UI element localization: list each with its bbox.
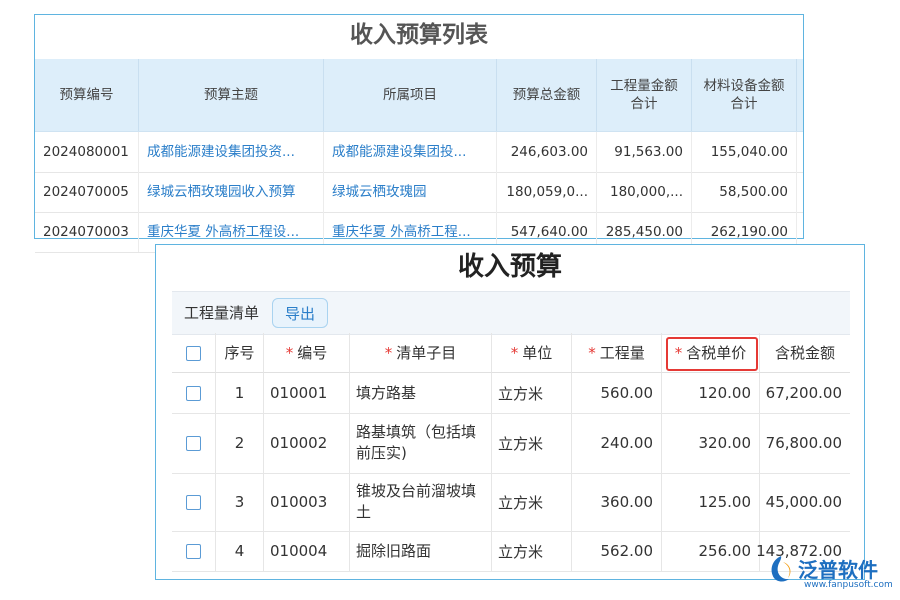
- row-checkbox[interactable]: [186, 386, 201, 401]
- budget-list-title: 收入预算列表: [35, 15, 803, 60]
- cell-index: 2: [216, 413, 264, 473]
- cell-budget-subject[interactable]: 成都能源建设集团投资...: [139, 132, 324, 172]
- cell-unit: 立方米: [492, 413, 572, 473]
- table-row[interactable]: 3010003锥坡及台前溜坡填土立方米360.00125.0045,000.00: [172, 473, 850, 532]
- brand-url: www.fanpusoft.com: [804, 580, 893, 590]
- cell-code: 010004: [264, 531, 350, 571]
- row-checkbox[interactable]: [186, 544, 201, 559]
- budget-detail-title: 收入预算: [156, 245, 864, 289]
- header-quantity-amount: 工程量金额 合计: [597, 59, 692, 131]
- cell-code: 010002: [264, 413, 350, 473]
- required-mark: *: [286, 344, 294, 362]
- cell-unit-price-tax: 125.00: [662, 473, 760, 531]
- brand-name: 泛普软件: [798, 554, 878, 583]
- row-select-cell: [172, 373, 216, 413]
- cell-index: 4: [216, 531, 264, 571]
- budget-list-header: 预算编号 预算主题 所属项目 预算总金额 工程量金额 合计 材料设备金额 合计: [35, 59, 803, 132]
- header-unit: *单位: [492, 333, 572, 373]
- cell-total-amount: 180,059,0...: [497, 172, 597, 212]
- cell-item: 锥坡及台前溜坡填土: [350, 473, 492, 531]
- header-project: 所属项目: [324, 59, 497, 131]
- cell-material-amount: 155,040.00: [692, 132, 797, 172]
- cell-unit: 立方米: [492, 473, 572, 531]
- table-row[interactable]: 2010002路基填筑（包括填前压实)立方米240.00320.0076,800…: [172, 413, 850, 474]
- budget-detail-panel: 收入预算 工程量清单 导出 序号 *编号 *清单子目 *单位 *工程量 *含税单…: [155, 244, 865, 580]
- cell-code: 010003: [264, 473, 350, 531]
- header-total-amount: 预算总金额: [497, 59, 597, 131]
- cell-unit: 立方米: [492, 373, 572, 413]
- cell-code: 010001: [264, 373, 350, 413]
- header-code: *编号: [264, 333, 350, 373]
- header-item: *清单子目: [350, 333, 492, 373]
- cell-unit: 立方米: [492, 531, 572, 571]
- header-select-all: [172, 333, 216, 373]
- row-checkbox[interactable]: [186, 495, 201, 510]
- cell-index: 1: [216, 373, 264, 413]
- cell-quantity-amount: 180,000,...: [597, 172, 692, 212]
- cell-budget-number: 2024070003: [35, 212, 139, 252]
- row-select-cell: [172, 531, 216, 571]
- cell-project[interactable]: 绿城云栖玫瑰园: [324, 172, 497, 212]
- cell-amount-tax: 67,200.00: [760, 373, 850, 413]
- quantity-list-toolbar: 工程量清单 导出: [172, 291, 850, 335]
- cell-index: 3: [216, 473, 264, 531]
- header-material-amount: 材料设备金额 合计: [692, 59, 797, 131]
- table-row[interactable]: 1010001填方路基立方米560.00120.0067,200.00: [172, 373, 850, 414]
- header-quantity: *工程量: [572, 333, 662, 373]
- cell-item: 路基填筑（包括填前压实): [350, 413, 492, 473]
- required-mark: *: [511, 344, 519, 362]
- brand-logo: 泛普软件 www.fanpusoft.com: [766, 552, 896, 598]
- header-code-label: 编号: [297, 344, 327, 362]
- header-quantity-label: 工程量: [600, 344, 645, 362]
- header-unit-label: 单位: [522, 344, 552, 362]
- quantity-list-tab[interactable]: 工程量清单: [184, 292, 259, 334]
- cell-budget-number: 2024070005: [35, 172, 139, 212]
- highlight-box: [666, 337, 758, 371]
- cell-budget-subject[interactable]: 绿城云栖玫瑰园收入预算: [139, 172, 324, 212]
- cell-quantity: 562.00: [572, 531, 662, 571]
- cell-quantity: 560.00: [572, 373, 662, 413]
- header-index: 序号: [216, 333, 264, 373]
- table-row[interactable]: 4010004掘除旧路面立方米562.00256.00143,872.00: [172, 531, 850, 572]
- required-mark: *: [588, 344, 596, 362]
- cell-quantity: 360.00: [572, 473, 662, 531]
- cell-budget-number: 2024080001: [35, 132, 139, 172]
- export-button[interactable]: 导出: [272, 298, 328, 328]
- cell-unit-price-tax: 256.00: [662, 531, 760, 571]
- cell-quantity: 240.00: [572, 413, 662, 473]
- row-select-cell: [172, 473, 216, 531]
- cell-unit-price-tax: 120.00: [662, 373, 760, 413]
- table-row[interactable]: 2024070005绿城云栖玫瑰园收入预算绿城云栖玫瑰园180,059,0...…: [35, 172, 803, 213]
- required-mark: *: [385, 344, 393, 362]
- cell-unit-price-tax: 320.00: [662, 413, 760, 473]
- cell-material-amount: 58,500.00: [692, 172, 797, 212]
- cell-quantity-amount: 91,563.00: [597, 132, 692, 172]
- cell-amount-tax: 76,800.00: [760, 413, 850, 473]
- row-select-cell: [172, 413, 216, 473]
- cell-project[interactable]: 成都能源建设集团投...: [324, 132, 497, 172]
- cell-item: 填方路基: [350, 373, 492, 413]
- header-budget-subject: 预算主题: [139, 59, 324, 131]
- select-all-checkbox[interactable]: [186, 346, 201, 361]
- cell-amount-tax: 45,000.00: [760, 473, 850, 531]
- budget-list-panel: 收入预算列表 预算编号 预算主题 所属项目 预算总金额 工程量金额 合计 材料设…: [34, 14, 804, 239]
- header-amount-tax: 含税金额: [760, 333, 850, 373]
- header-item-label: 清单子目: [396, 344, 456, 362]
- table-row[interactable]: 2024080001成都能源建设集团投资...成都能源建设集团投...246,6…: [35, 132, 803, 173]
- header-budget-number: 预算编号: [35, 59, 139, 131]
- cell-total-amount: 246,603.00: [497, 132, 597, 172]
- brand-logo-icon: [766, 554, 796, 584]
- cell-item: 掘除旧路面: [350, 531, 492, 571]
- row-checkbox[interactable]: [186, 436, 201, 451]
